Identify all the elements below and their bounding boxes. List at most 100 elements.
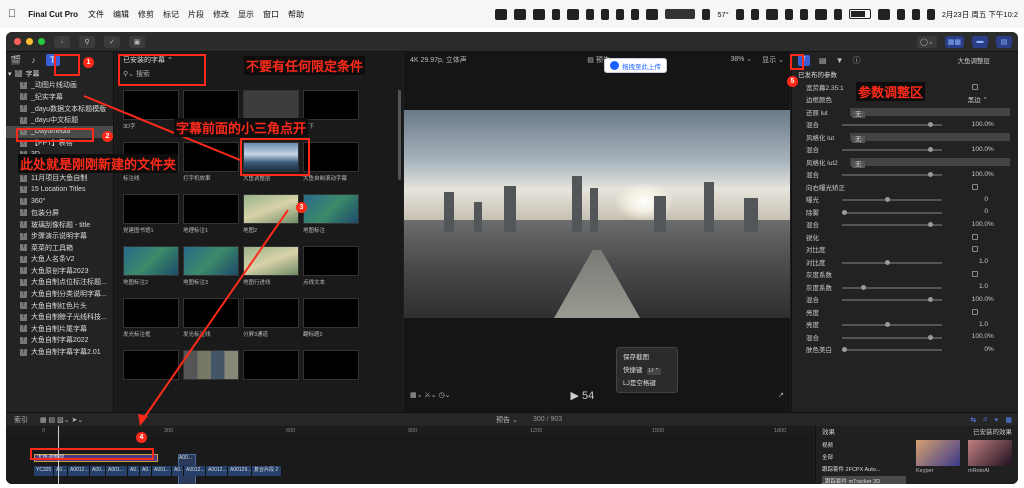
slider-knob[interactable] (861, 284, 867, 290)
video-inspector-icon[interactable]: ▤ (819, 56, 827, 65)
timeline-clip[interactable]: A001... (152, 466, 172, 476)
weather-temp[interactable]: 57° (717, 10, 728, 19)
solo-icon[interactable]: ⚭ (994, 416, 1000, 424)
slider-knob[interactable] (885, 197, 891, 202)
play-timecode[interactable]: ▶ 54 (570, 389, 594, 402)
param-slider[interactable] (842, 322, 942, 327)
menu-view[interactable]: 显示 (238, 9, 254, 20)
status-app-icon[interactable] (586, 8, 595, 20)
search-icon[interactable] (911, 8, 920, 20)
title-thumbnail-cell[interactable]: 党建图书馆1 (123, 194, 179, 234)
share-icon[interactable]: ▣ (129, 35, 145, 48)
title-thumbnail-cell[interactable]: 发光标注线 (183, 298, 239, 338)
sidebar-item[interactable]: T 包装分屏 (6, 207, 113, 219)
status-app-icon[interactable] (567, 8, 580, 20)
title-thumbnail-cell[interactable]: 地图标注3 (183, 246, 239, 286)
title-thumbnail[interactable] (243, 90, 299, 120)
upload-badge[interactable]: 拖拽至此上传 (604, 58, 667, 73)
title-thumbnail-cell[interactable]: 分屏3通道 (243, 298, 299, 338)
title-thumbnail[interactable] (123, 350, 179, 380)
import-icon[interactable]: ↓ (54, 35, 70, 48)
installed-effects-dropdown[interactable]: 已安装的效果 (973, 426, 1012, 436)
status-app-icon[interactable] (702, 8, 711, 20)
timeline-clip[interactable]: A0... (140, 466, 152, 476)
title-thumbnail[interactable] (303, 90, 359, 120)
wifi-icon[interactable] (896, 8, 905, 20)
title-thumbnail-cell[interactable]: 上下 (303, 90, 359, 130)
browser-toggle-icon[interactable]: ▦▦ (944, 35, 964, 48)
menu-modify[interactable]: 修改 (213, 9, 229, 20)
status-app-icon[interactable] (814, 8, 827, 20)
timeline-clip[interactable]: 复合片段 2 (252, 466, 282, 476)
menu-trim[interactable]: 修剪 (138, 9, 154, 20)
info-icon[interactable]: ⓘ (852, 55, 860, 66)
param-value[interactable]: 0 (928, 196, 988, 203)
sidebar-item[interactable]: T 大鱼原创字幕2023 (6, 265, 113, 277)
clock[interactable]: 2月23日 周五 下午10:2 (942, 9, 1018, 20)
timeline-clip[interactable]: A0... (128, 466, 140, 476)
sidebar-item[interactable]: T 大鱼自制字幕字幕2.01 (6, 346, 113, 358)
effects-category[interactable]: 跟踪套件 2FCPX Auto... (822, 464, 906, 476)
save-frame-item[interactable]: 保存截图 (623, 351, 671, 364)
param-value[interactable]: 1.0 (928, 258, 988, 265)
inspector-toggle-icon[interactable]: ▤ (996, 35, 1012, 48)
title-thumbnail[interactable] (123, 194, 179, 224)
param-checkbox[interactable] (972, 233, 978, 240)
sidebar-item[interactable]: T 11月项目大鱼自制 (6, 172, 113, 184)
param-slider[interactable] (842, 347, 942, 352)
effects-category[interactable]: 全部 (822, 452, 906, 464)
viewer-frame[interactable] (404, 110, 790, 318)
slider-knob[interactable] (885, 322, 891, 327)
param-slider[interactable] (842, 209, 942, 215)
title-thumbnail-cell[interactable] (303, 350, 359, 382)
timeline-clip[interactable]: A00... (90, 466, 106, 476)
title-thumbnail[interactable] (183, 90, 239, 120)
menu-clip[interactable]: 片段 (188, 9, 204, 20)
effect-thumbnail[interactable] (968, 440, 1012, 466)
sidebar-item[interactable]: T 大鱼自制点位标注标题... (6, 277, 113, 289)
title-thumbnail[interactable] (183, 246, 239, 276)
sidebar-item[interactable]: T 玻璃刮像标题 - title (6, 219, 113, 231)
status-app-icon[interactable] (495, 8, 508, 20)
timeline-clip[interactable]: A0012... (206, 466, 228, 476)
title-thumbnail[interactable] (183, 350, 239, 380)
title-thumbnail-cell[interactable]: 地理标注1 (183, 194, 239, 234)
menu-window[interactable]: 窗口 (263, 9, 279, 20)
shortcut-row[interactable]: 快捷键 LI ⌃ (623, 364, 671, 377)
minimize-button[interactable] (26, 38, 33, 45)
effects-category[interactable]: _跟踪套件 mTracker 3D (822, 476, 906, 484)
param-slider[interactable] (842, 259, 942, 265)
sidebar-item[interactable]: T _纪实字幕 (6, 91, 113, 103)
title-thumbnail[interactable] (243, 194, 299, 224)
status-app-icon[interactable] (533, 8, 546, 20)
title-thumbnail-cell[interactable]: 翻标题2 (303, 298, 359, 338)
sidebar-item[interactable]: T _动图片线动画 (6, 80, 113, 92)
timeline-clip[interactable]: A00129... (228, 466, 252, 476)
param-value[interactable]: 100.0 (928, 333, 988, 340)
battery-icon[interactable] (848, 9, 871, 19)
control-center-icon[interactable] (926, 8, 935, 20)
title-thumbnail-cell[interactable] (243, 350, 299, 382)
shortcut-key[interactable]: LI ⌃ (646, 368, 662, 375)
title-thumbnail-cell[interactable]: 地图标注2 (123, 246, 179, 286)
title-thumbnail-cell[interactable]: 点线文本 (303, 246, 359, 286)
title-thumbnail[interactable] (303, 350, 359, 380)
effects-category[interactable]: 视频 (822, 440, 906, 452)
sidebar-item[interactable]: T _dayu数据文本标题模版 (6, 103, 113, 115)
title-thumbnail[interactable] (243, 298, 299, 328)
title-thumbnail[interactable] (123, 90, 179, 120)
param-value[interactable]: 100.0 (928, 146, 988, 153)
param-value[interactable]: 0 (928, 346, 988, 353)
menu-edit[interactable]: 编辑 (113, 9, 129, 20)
menu-file[interactable]: 文件 (88, 9, 104, 20)
workspace-menu-button[interactable]: ◯⌄ (917, 35, 937, 48)
app-menu[interactable]: Final Cut Pro (28, 10, 78, 19)
title-thumbnail[interactable] (243, 350, 299, 380)
timeline-clip[interactable]: YC325 (34, 466, 54, 476)
status-app-icon[interactable] (646, 8, 659, 20)
slider-knob[interactable] (842, 209, 847, 215)
title-thumbnail-cell[interactable] (123, 350, 179, 382)
index-button[interactable]: 索引 (14, 415, 28, 425)
title-thumbnail[interactable] (183, 298, 239, 328)
title-thumbnail-cell[interactable]: 大鱼自制滚动字幕 (303, 142, 359, 182)
